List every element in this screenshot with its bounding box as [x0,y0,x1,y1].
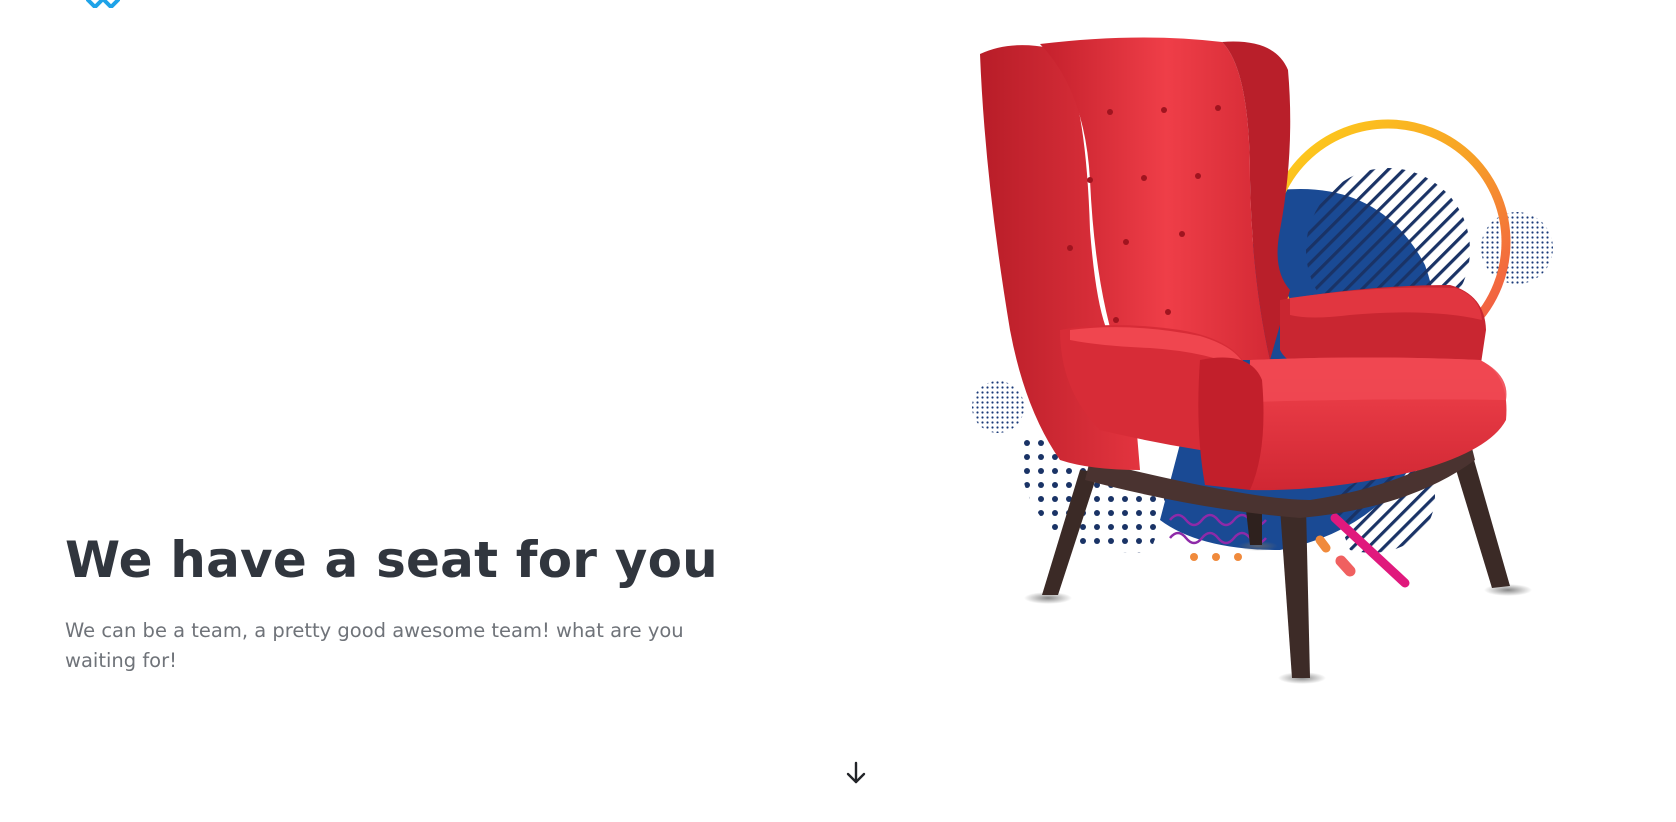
hero-title: We have a seat for you [65,531,718,589]
hero-text-block: We have a seat for you We can be a team,… [65,528,765,676]
logo-icon[interactable] [86,0,120,8]
hero-subtitle: We can be a team, a pretty good awesome … [65,619,684,672]
armchair-illustration [972,37,1553,684]
red-armchair [980,37,1532,684]
landing-page: We have a seat for you We can be a team,… [0,0,1676,822]
arrow-down-icon[interactable] [844,760,868,786]
